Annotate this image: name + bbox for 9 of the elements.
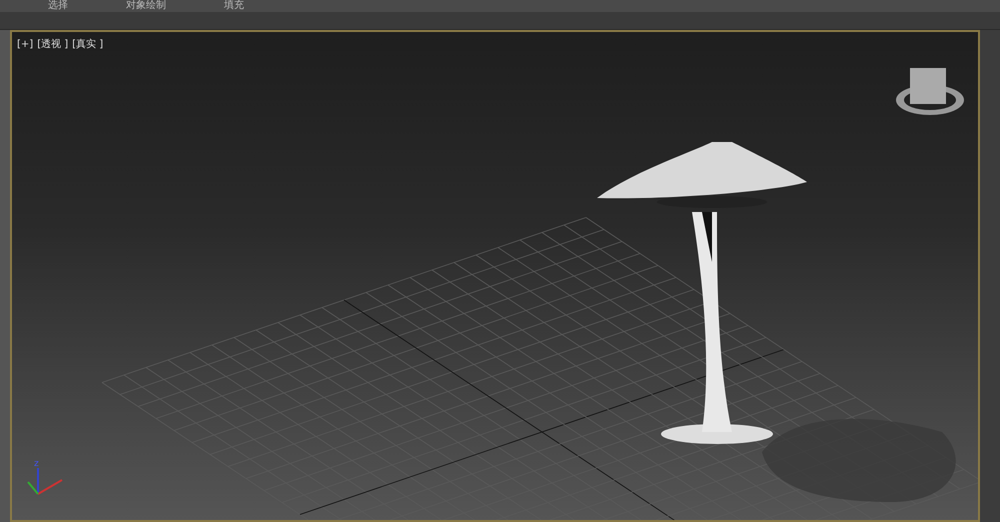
- menu-tab[interactable]: 选择: [48, 0, 68, 11]
- axis-tripod-icon: [27, 468, 62, 495]
- menu-tab[interactable]: 对象绘制: [126, 0, 166, 11]
- viewport[interactable]: [+] [透视 ] [真实 ] z: [10, 30, 980, 522]
- viewport-label[interactable]: [真实 ]: [72, 37, 104, 52]
- viewport-label[interactable]: [透视 ]: [37, 37, 68, 52]
- viewport-label[interactable]: [+]: [17, 37, 34, 52]
- axis-label: z: [34, 459, 39, 469]
- viewcube-icon[interactable]: [896, 68, 964, 115]
